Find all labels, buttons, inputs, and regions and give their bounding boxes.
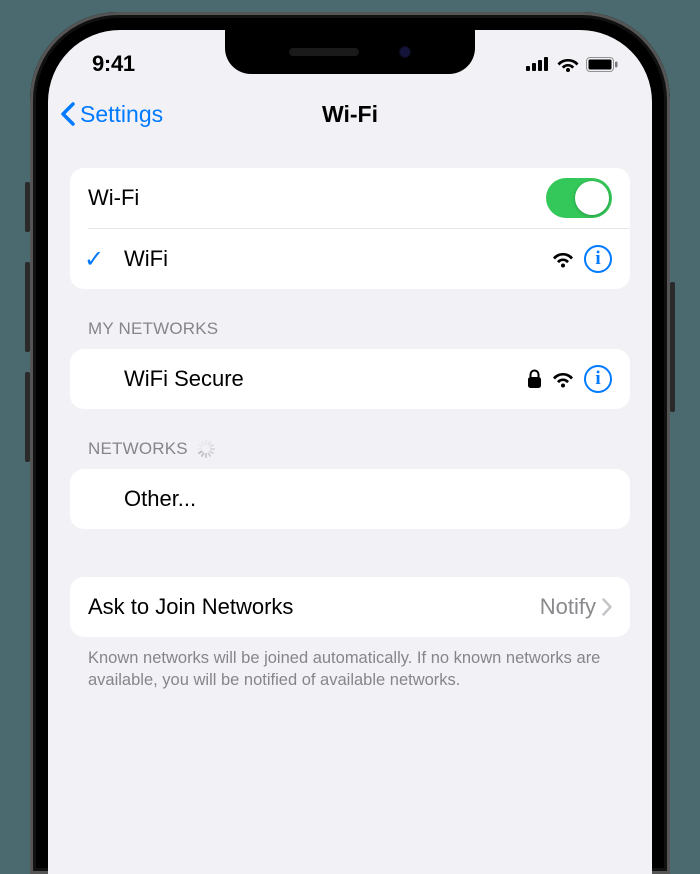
toggle-knob	[575, 181, 609, 215]
saved-network-name: WiFi Secure	[88, 366, 527, 392]
info-button[interactable]: i	[584, 245, 612, 273]
wifi-group: Wi-Fi ✓ WiFi	[70, 168, 630, 289]
mute-switch	[25, 182, 30, 232]
power-button	[670, 282, 675, 412]
ask-join-value: Notify	[540, 594, 596, 620]
connected-network-row[interactable]: ✓ WiFi i	[70, 229, 630, 289]
ask-join-row[interactable]: Ask to Join Networks Notify	[70, 577, 630, 637]
wifi-status-icon	[557, 56, 579, 72]
info-button[interactable]: i	[584, 365, 612, 393]
spinner-icon	[196, 440, 214, 458]
speaker-grille	[289, 48, 359, 56]
status-time: 9:41	[92, 51, 135, 77]
volume-down	[25, 372, 30, 462]
volume-up	[25, 262, 30, 352]
page-title: Wi-Fi	[322, 101, 378, 128]
chevron-right-icon	[602, 598, 612, 616]
nav-bar: Settings Wi-Fi	[48, 86, 652, 142]
front-camera	[399, 46, 411, 58]
ask-join-label: Ask to Join Networks	[88, 594, 540, 620]
connected-network-name: WiFi	[88, 246, 552, 272]
screen: 9:41	[48, 30, 652, 874]
cellular-icon	[526, 57, 550, 71]
battery-icon	[586, 57, 618, 72]
notch	[225, 30, 475, 74]
networks-group: NETWORKS	[70, 439, 630, 529]
other-network-row[interactable]: Other...	[70, 469, 630, 529]
back-button[interactable]: Settings	[60, 101, 163, 128]
checkmark-icon: ✓	[84, 245, 104, 274]
saved-network-row[interactable]: WiFi Secure i	[70, 349, 630, 409]
other-network-label: Other...	[88, 486, 612, 512]
wifi-signal-icon	[552, 371, 574, 388]
phone-frame: 9:41	[30, 12, 670, 874]
wifi-signal-icon	[552, 251, 574, 268]
my-networks-header: MY NETWORKS	[70, 319, 630, 349]
wifi-toggle-row[interactable]: Wi-Fi	[70, 168, 630, 228]
wifi-toggle-switch[interactable]	[546, 178, 612, 218]
networks-header: NETWORKS	[70, 439, 630, 469]
status-indicators	[526, 56, 618, 72]
ask-join-footer: Known networks will be joined automatica…	[70, 637, 630, 692]
lock-icon	[527, 369, 542, 389]
wifi-toggle-label: Wi-Fi	[88, 185, 546, 211]
back-label: Settings	[80, 101, 163, 128]
ask-join-group: Ask to Join Networks Notify Known networ…	[70, 577, 630, 692]
networks-header-text: NETWORKS	[88, 439, 188, 459]
chevron-left-icon	[60, 102, 76, 126]
my-networks-group: MY NETWORKS WiFi Secure	[70, 319, 630, 409]
